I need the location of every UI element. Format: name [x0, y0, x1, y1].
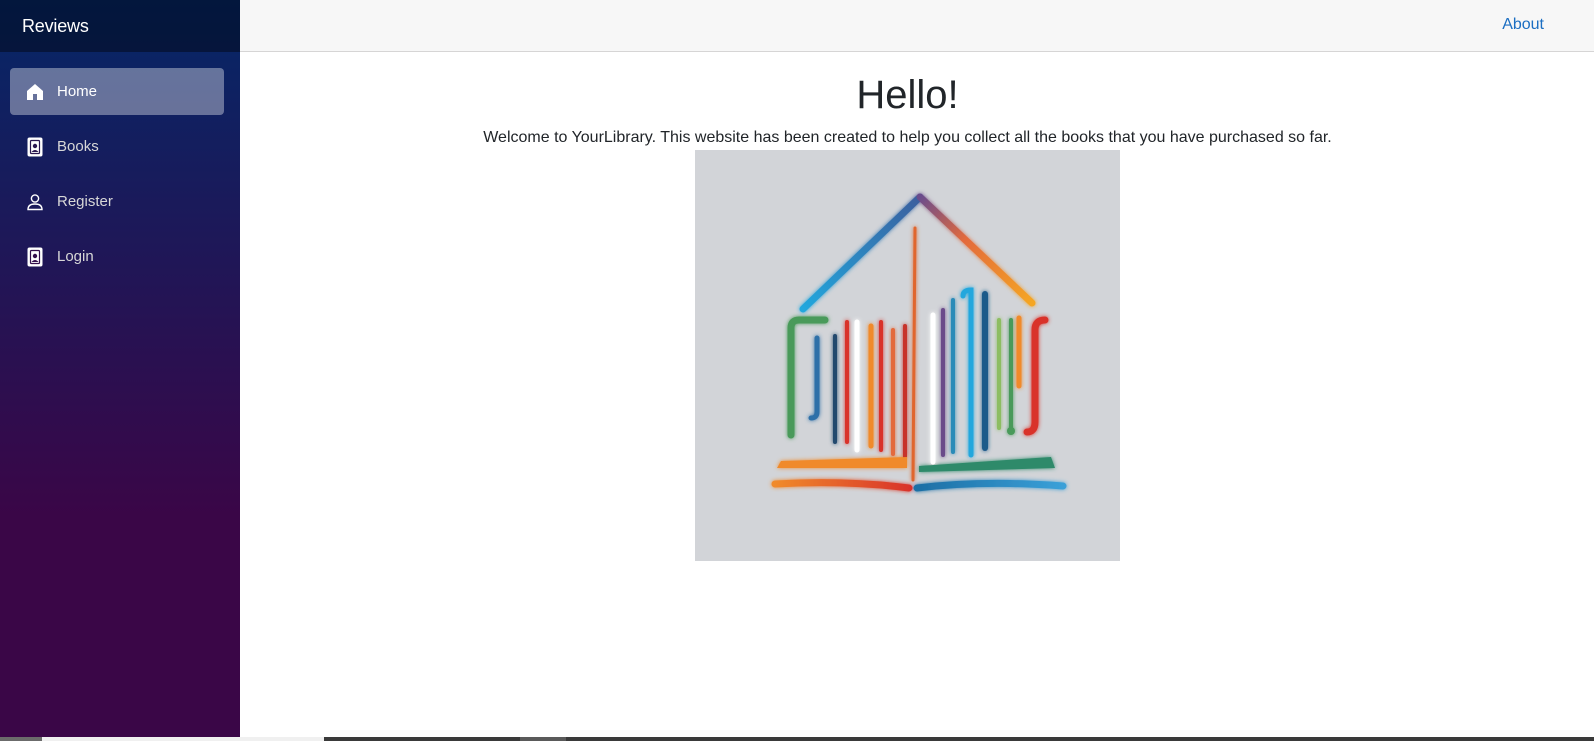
sidebar-item-label: Home: [57, 83, 98, 100]
taskbar-segment: [42, 737, 324, 741]
page-title: Hello!: [856, 73, 959, 117]
top-row: About: [240, 0, 1594, 52]
welcome-text: Welcome to YourLibrary. This website has…: [483, 129, 1332, 146]
brand-row: Reviews: [0, 0, 240, 52]
person-icon: [26, 192, 44, 212]
contact-card-icon: [26, 247, 44, 267]
sidebar-item-home[interactable]: Home: [10, 68, 224, 115]
home-icon: [26, 82, 44, 102]
sidebar-item-label: Login: [57, 248, 94, 265]
app-root: Reviews Home Books Register Login About …: [0, 0, 1594, 741]
brand-link[interactable]: Reviews: [22, 16, 89, 37]
sidebar-item-label: Books: [57, 138, 99, 155]
sidebar-item-label: Register: [57, 193, 113, 210]
contact-card-icon: [26, 137, 44, 157]
sidebar-nav: Home Books Register Login: [0, 52, 240, 280]
sidebar-item-books[interactable]: Books: [10, 123, 224, 170]
taskbar-segment: [520, 737, 566, 741]
taskbar-strip: [0, 737, 1594, 741]
about-link[interactable]: About: [1502, 16, 1544, 34]
sidebar-item-register[interactable]: Register: [10, 178, 224, 225]
sidebar-item-login[interactable]: Login: [10, 233, 224, 280]
taskbar-segment: [0, 737, 42, 741]
library-logo-image: [695, 150, 1120, 561]
sidebar: Reviews Home Books Register Login: [0, 0, 240, 737]
